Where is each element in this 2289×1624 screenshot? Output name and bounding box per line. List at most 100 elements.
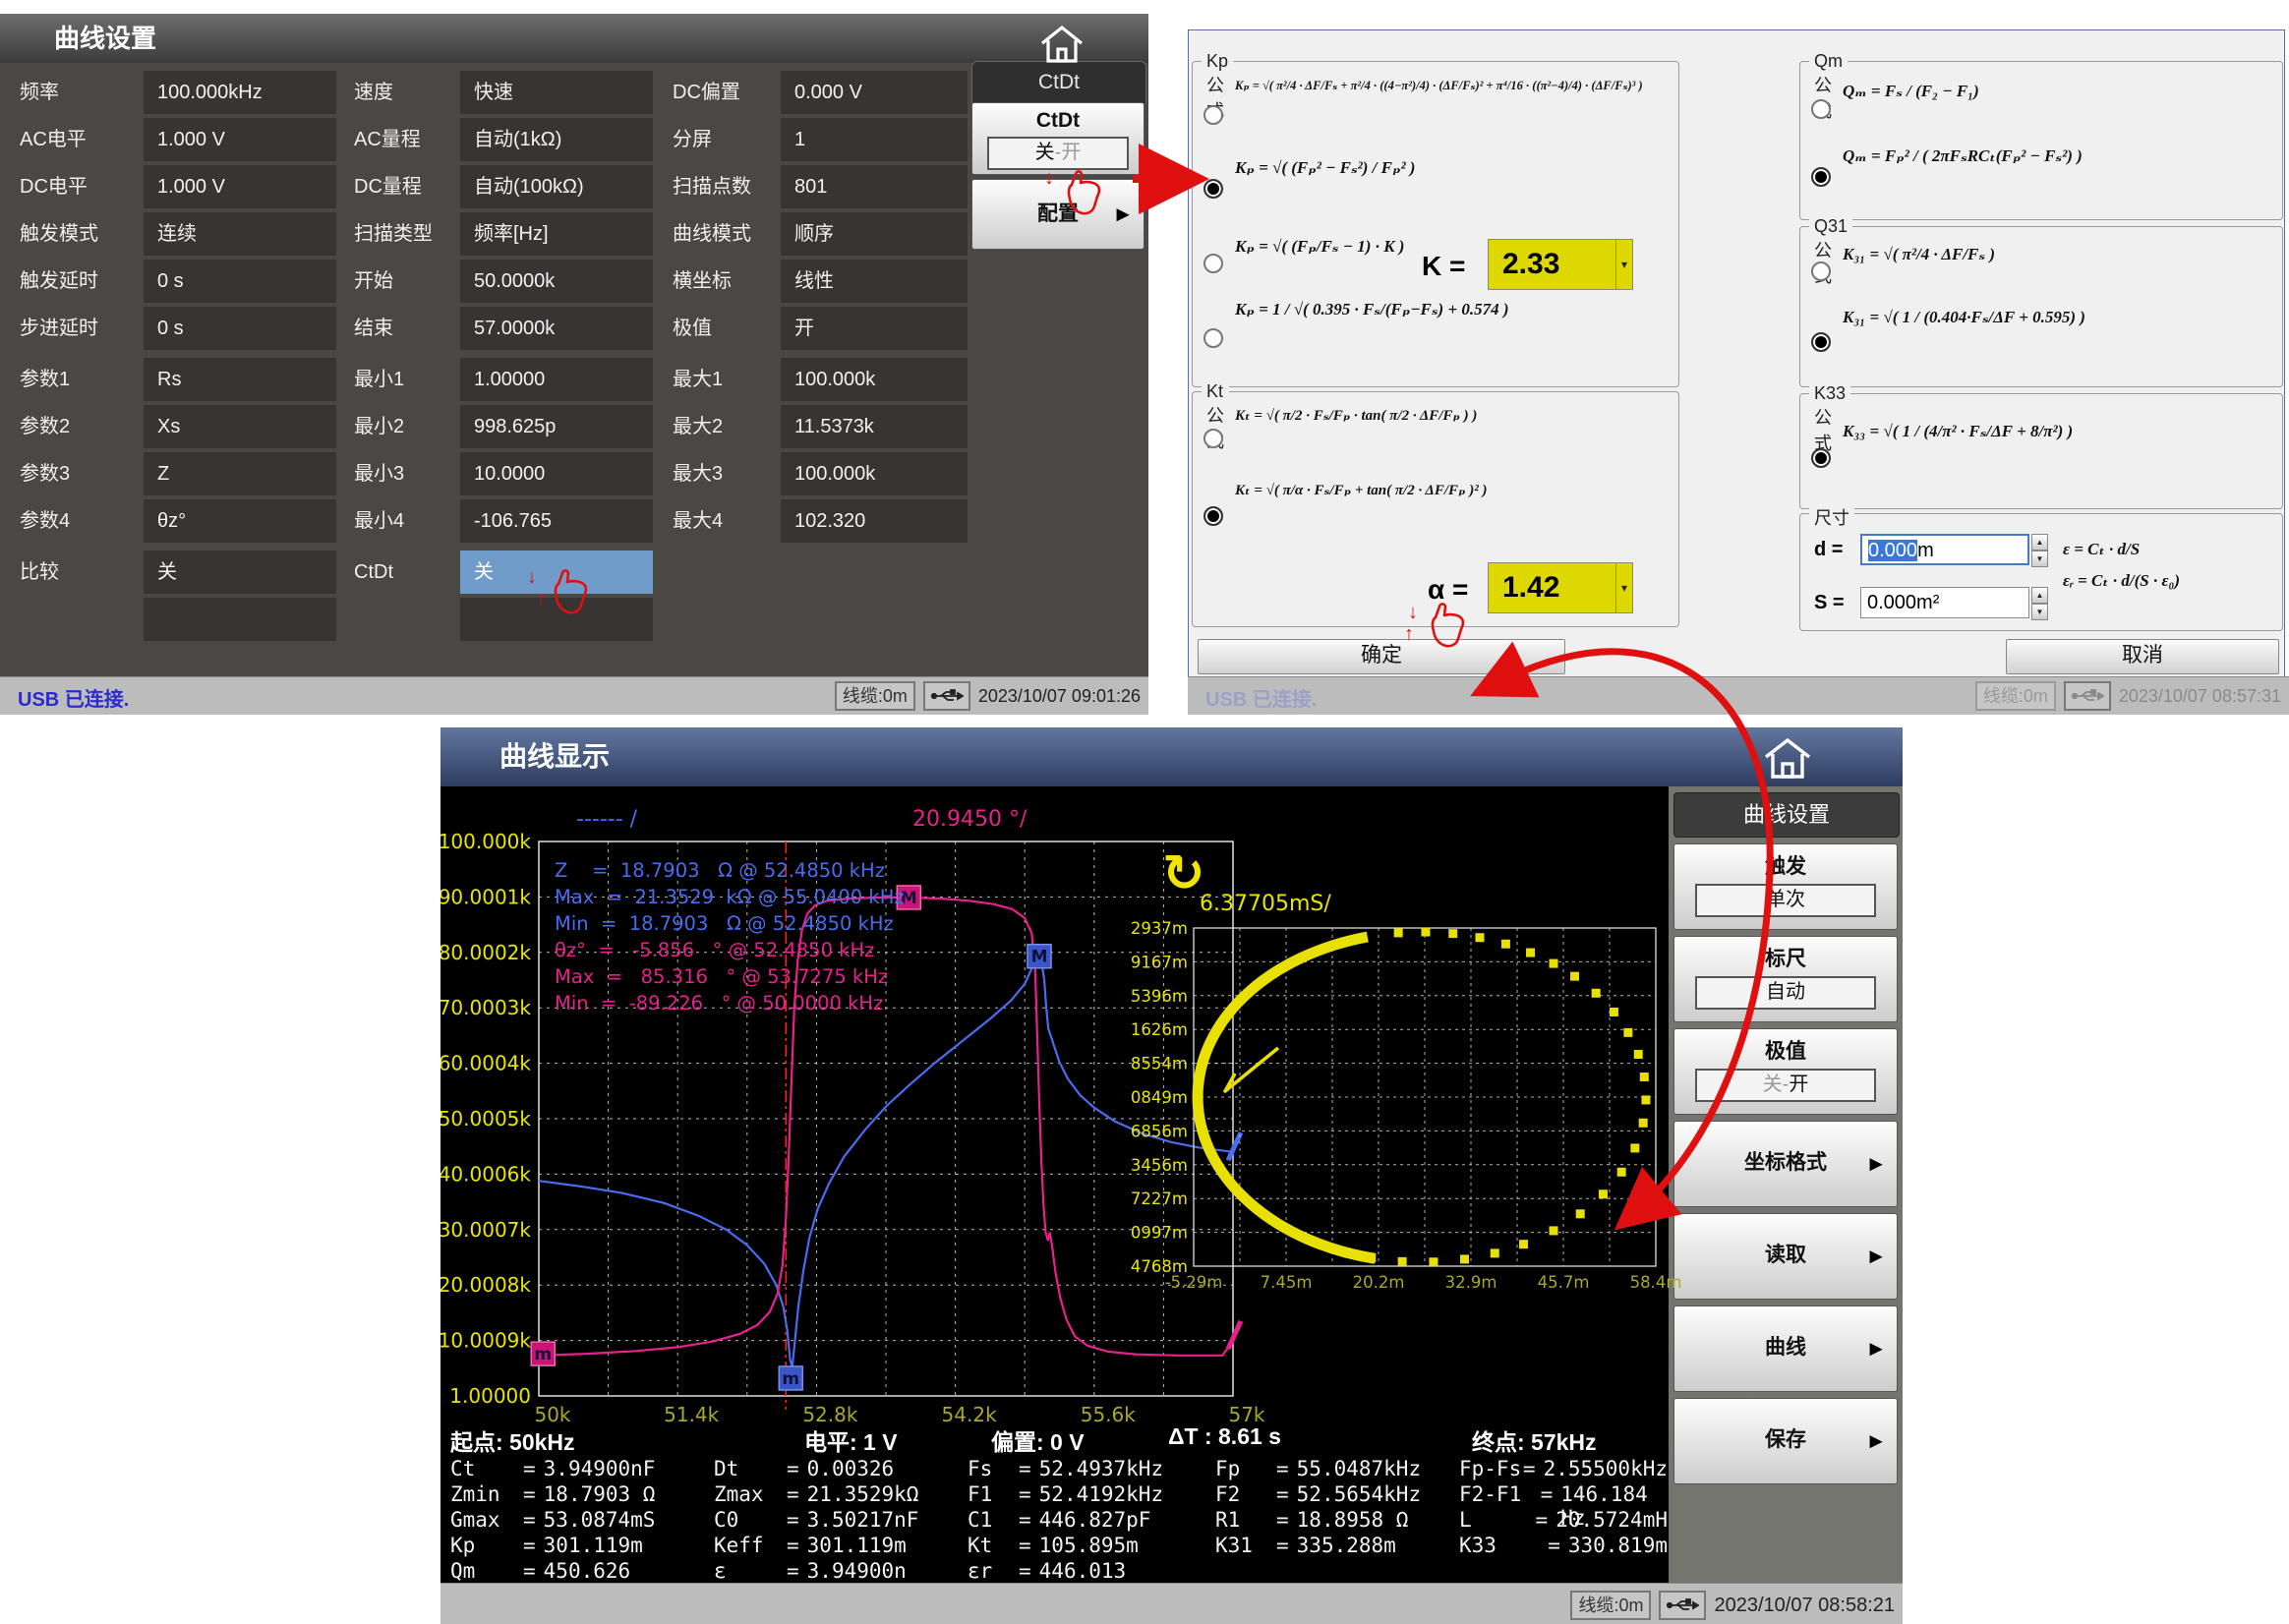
svg-text:45.7m: 45.7m [1538, 1273, 1590, 1292]
sidebar-button-7[interactable]: 保存► [1673, 1398, 1898, 1484]
formula-radio-q31-2[interactable] [1811, 332, 1831, 352]
setting-value[interactable]: 10.0000 [460, 452, 653, 495]
home-icon[interactable] [1760, 735, 1815, 785]
curve-statusbar: 线缆:0m 2023/10/07 08:58:21 [440, 1583, 1903, 1624]
setting-label: 最大4 [661, 497, 777, 545]
setting-label: 最大3 [661, 450, 777, 497]
dropdown-arrow-icon[interactable]: ▾ [1615, 240, 1632, 289]
ctdt-toggle-button[interactable]: CtDt 关-开 [971, 102, 1144, 175]
svg-text:20.2m: 20.2m [1353, 1273, 1405, 1292]
formula-radio-kp-2[interactable] [1203, 179, 1223, 199]
alpha-constant-dropdown[interactable]: 1.42▾ [1488, 562, 1633, 613]
setting-value[interactable]: Rs [144, 358, 336, 401]
setting-value[interactable]: 100.000k [781, 358, 968, 401]
setting-value[interactable]: 频率[Hz] [460, 212, 653, 256]
formula-text: Kₚ = √( (Fₚ² − Fₛ²) / Fₚ² ) [1235, 157, 1668, 178]
submenu-arrow-icon: ► [1865, 1336, 1887, 1362]
setting-value[interactable]: 50.0000k [460, 260, 653, 303]
svg-text:Max = 85.316 ° @ 53.7275: Max = 85.316 ° @ 53.7275 kHz [555, 965, 888, 988]
setting-label: 最小3 [342, 450, 456, 497]
svg-text:-11.3456m: -11.3456m [1131, 1156, 1188, 1175]
measurement-cell: Gmax=53.0874mS [450, 1508, 714, 1532]
settings-row: AC电平1.000 VAC量程自动(1kΩ)分屏1 [0, 116, 971, 163]
setting-value[interactable]: 0 s [144, 260, 336, 303]
setting-value[interactable]: 57.0000k [460, 307, 653, 350]
setting-value[interactable]: -106.765 [460, 499, 653, 543]
sidebar-button-2[interactable]: 标尺自动 [1673, 936, 1898, 1022]
setting-value[interactable]: 0 s [144, 307, 336, 350]
setting-value[interactable]: 关 [460, 551, 653, 594]
measurement-cell: Fs=52.4937kHz [968, 1457, 1215, 1480]
home-icon[interactable] [1037, 24, 1086, 70]
setting-value[interactable]: 顺序 [781, 212, 968, 256]
ctdt-config-button[interactable]: 配置 ► [971, 179, 1144, 250]
setting-value[interactable]: 11.5373k [781, 405, 968, 448]
sidebar-button-4[interactable]: 坐标格式► [1673, 1121, 1898, 1207]
measurement-value: 105.895m [1039, 1534, 1139, 1557]
setting-value[interactable] [460, 598, 653, 641]
k-constant-dropdown[interactable]: 2.33▾ [1488, 239, 1633, 290]
s-spinner[interactable]: ▲▼ [2031, 587, 2048, 618]
setting-label: DC偏置 [661, 69, 777, 116]
formula-radio-kp-1[interactable] [1203, 105, 1223, 125]
setting-value[interactable] [144, 598, 336, 641]
setting-value[interactable]: 线性 [781, 260, 968, 303]
measurement-name: εr [968, 1559, 1019, 1583]
setting-value[interactable]: θz° [144, 499, 336, 543]
submenu-arrow-icon: ► [1865, 1151, 1887, 1177]
setting-value[interactable]: 998.625p [460, 405, 653, 448]
dropdown-arrow-icon[interactable]: ▾ [1615, 563, 1632, 612]
spin-down-icon: ▼ [2031, 551, 2048, 567]
s-input[interactable]: 0.000m² [1860, 587, 2029, 618]
setting-value[interactable]: 0.000 V [781, 71, 968, 114]
setting-value[interactable]: 1.000 V [144, 165, 336, 208]
equals-sign: = [523, 1559, 536, 1583]
measurement-name: R1 [1215, 1508, 1276, 1532]
formula-text: Kₚ = √( π²/4 · ΔF/Fₛ + π²/4 · ((4−π²)/4)… [1235, 79, 1668, 94]
sidebar-button-3[interactable]: 极值关-开 [1673, 1028, 1898, 1115]
d-input[interactable]: 0.000m [1860, 534, 2029, 565]
setting-value[interactable]: 快速 [460, 71, 653, 114]
setting-value[interactable]: 1.00000 [460, 358, 653, 401]
formula-radio-qm-1[interactable] [1811, 99, 1831, 119]
setting-value[interactable]: 801 [781, 165, 968, 208]
formula-radio-k33-1[interactable] [1811, 448, 1831, 468]
formula-radio-q31-1[interactable] [1811, 261, 1831, 281]
setting-label: 扫描类型 [342, 210, 456, 258]
measurement-value: 52.4937kHz [1039, 1457, 1163, 1480]
ok-button[interactable]: 确定 [1198, 639, 1565, 674]
setting-value[interactable]: 100.000k [781, 452, 968, 495]
setting-label: 分屏 [661, 116, 777, 163]
equals-sign: = [1523, 1457, 1536, 1480]
formula-radio-kt-2[interactable] [1203, 506, 1223, 526]
sidebar-button-1[interactable]: 触发单次 [1673, 843, 1898, 930]
d-spinner[interactable]: ▲▼ [2031, 534, 2048, 565]
setting-value[interactable]: Xs [144, 405, 336, 448]
formula-radio-kp-4[interactable] [1203, 328, 1223, 348]
formula-radio-kt-1[interactable] [1203, 429, 1223, 448]
settings-row [0, 596, 971, 643]
d-label: d = [1814, 539, 1843, 561]
setting-value[interactable]: 102.320 [781, 499, 968, 543]
svg-text:-4.96856m: -4.96856m [1131, 1122, 1188, 1140]
equals-sign: = [1548, 1534, 1560, 1557]
setting-value[interactable]: 开 [781, 307, 968, 350]
svg-text:32.9m: 32.9m [1445, 1273, 1497, 1292]
setting-value[interactable]: 1 [781, 118, 968, 161]
measurement-value: 18.8958 Ω [1297, 1508, 1409, 1532]
formula-radio-kp-3[interactable] [1203, 254, 1223, 273]
sidebar-button-5[interactable]: 读取► [1673, 1213, 1898, 1300]
sidebar-button-6[interactable]: 曲线► [1673, 1305, 1898, 1392]
setting-value[interactable]: 连续 [144, 212, 336, 256]
setting-value[interactable]: 自动(1kΩ) [460, 118, 653, 161]
setting-value[interactable]: 关 [144, 551, 336, 594]
toggle-right: 开 [1789, 1073, 1808, 1095]
setting-value[interactable]: 100.000kHz [144, 71, 336, 114]
cancel-button[interactable]: 取消 [2006, 639, 2279, 674]
svg-text:Z = 18.7903 Ω @ 52.4850: Z = 18.7903 Ω @ 52.4850 kHz [555, 859, 885, 882]
setting-value[interactable]: 1.000 V [144, 118, 336, 161]
settings-row: 参数1Rs最小11.00000最大1100.000k [0, 356, 971, 403]
setting-value[interactable]: 自动(100kΩ) [460, 165, 653, 208]
setting-value[interactable]: Z [144, 452, 336, 495]
formula-radio-qm-2[interactable] [1811, 167, 1831, 187]
